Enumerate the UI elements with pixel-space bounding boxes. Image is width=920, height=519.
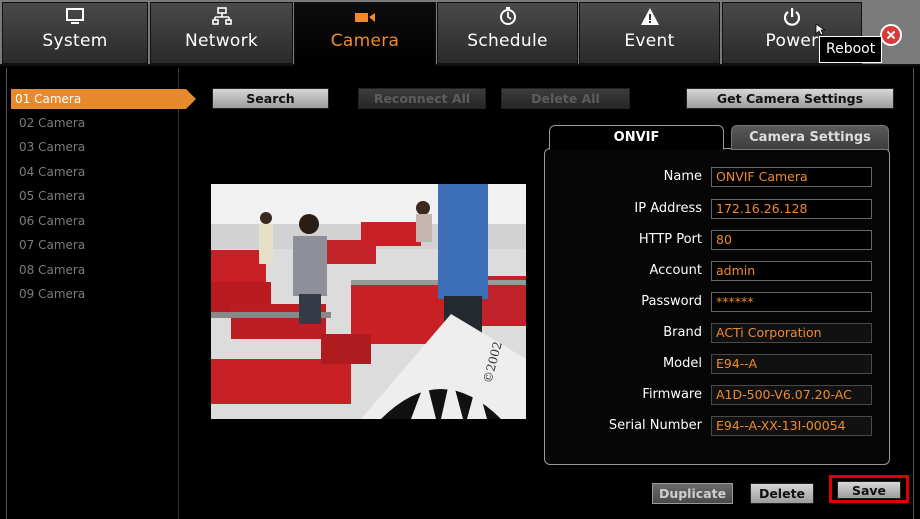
power-icon (723, 3, 861, 31)
camera-preview-image: ©2002 (211, 184, 526, 419)
tab-system-label: System (42, 31, 108, 51)
clock-icon (438, 3, 577, 31)
camera-list-item[interactable]: 03 Camera (15, 137, 179, 157)
http-port-label: HTTP Port (638, 232, 702, 247)
tab-schedule-label: Schedule (467, 31, 548, 51)
model-row: Model E94--A (545, 354, 891, 376)
network-icon (151, 3, 292, 31)
model-label: Model (662, 356, 702, 371)
name-row: Name ONVIF Camera (545, 167, 891, 189)
http-port-field[interactable]: 80 (711, 230, 872, 250)
brand-label: Brand (663, 325, 702, 340)
model-field: E94--A (711, 354, 872, 374)
brand-field: ACTi Corporation (711, 323, 872, 343)
ip-address-field[interactable]: 172.16.26.128 (711, 199, 872, 219)
tab-network-label: Network (184, 31, 259, 51)
http-port-row: HTTP Port 80 (545, 230, 891, 252)
main-area: 01 Camera 02 Camera 03 Camera 04 Camera … (6, 68, 914, 519)
onvif-panel: ONVIF Camera Settings Name ONVIF Camera … (544, 125, 891, 465)
mouse-cursor-icon (815, 23, 825, 36)
tab-network[interactable]: Network (150, 2, 293, 64)
camera-list-item[interactable]: 06 Camera (15, 211, 179, 231)
search-button[interactable]: Search (212, 88, 329, 109)
camera-list-item[interactable]: 01 Camera (11, 89, 196, 109)
firmware-label: Firmware (642, 387, 702, 402)
camera-list-item[interactable]: 05 Camera (15, 186, 179, 206)
name-field[interactable]: ONVIF Camera (711, 167, 872, 187)
camera-list-item[interactable]: 02 Camera (15, 113, 179, 133)
password-row: Password ****** (545, 292, 891, 314)
password-field[interactable]: ****** (711, 292, 872, 312)
top-navigation: System Network Camera Schedule Event Pow… (0, 0, 920, 66)
serial-number-label: Serial Number (608, 418, 702, 433)
camera-list-item[interactable]: 04 Camera (15, 162, 179, 182)
tab-system[interactable]: System (2, 2, 148, 64)
brand-row: Brand ACTi Corporation (545, 323, 891, 345)
tooltip: Reboot (819, 36, 883, 63)
account-row: Account admin (545, 261, 891, 283)
close-icon[interactable] (880, 24, 902, 46)
alert-icon (580, 3, 719, 31)
tab-onvif[interactable]: ONVIF (549, 125, 724, 150)
serial-number-field: E94--A-XX-13I-00054 (711, 416, 872, 436)
reconnect-all-button[interactable]: Reconnect All (358, 88, 486, 109)
tab-event[interactable]: Event (579, 2, 720, 64)
camera-list-item[interactable]: 08 Camera (15, 260, 179, 280)
tab-camera-label: Camera (330, 31, 400, 51)
tab-camera[interactable]: Camera (294, 2, 436, 66)
account-label: Account (649, 263, 703, 278)
firmware-row: Firmware A1D-500-V6.07.20-AC (545, 385, 891, 407)
delete-all-button[interactable]: Delete All (501, 88, 630, 109)
save-highlight: Save (829, 475, 909, 503)
camera-list-item[interactable]: 09 Camera (15, 284, 179, 304)
name-label: Name (663, 169, 702, 184)
tab-camera-settings[interactable]: Camera Settings (731, 125, 889, 150)
monitor-icon (3, 3, 147, 31)
ip-address-label: IP Address (634, 201, 702, 216)
get-camera-settings-button[interactable]: Get Camera Settings (686, 88, 894, 109)
firmware-field: A1D-500-V6.07.20-AC (711, 385, 872, 405)
tab-schedule[interactable]: Schedule (437, 2, 578, 64)
camera-icon (295, 3, 435, 31)
save-button[interactable]: Save (837, 481, 901, 499)
duplicate-button[interactable]: Duplicate (652, 483, 733, 504)
password-label: Password (641, 294, 702, 309)
tab-event-label: Event (624, 31, 675, 51)
camera-list-item[interactable]: 07 Camera (15, 235, 179, 255)
account-field[interactable]: admin (711, 261, 872, 281)
delete-button[interactable]: Delete (750, 483, 814, 504)
serial-number-row: Serial Number E94--A-XX-13I-00054 (545, 416, 891, 438)
ip-address-row: IP Address 172.16.26.128 (545, 199, 891, 221)
